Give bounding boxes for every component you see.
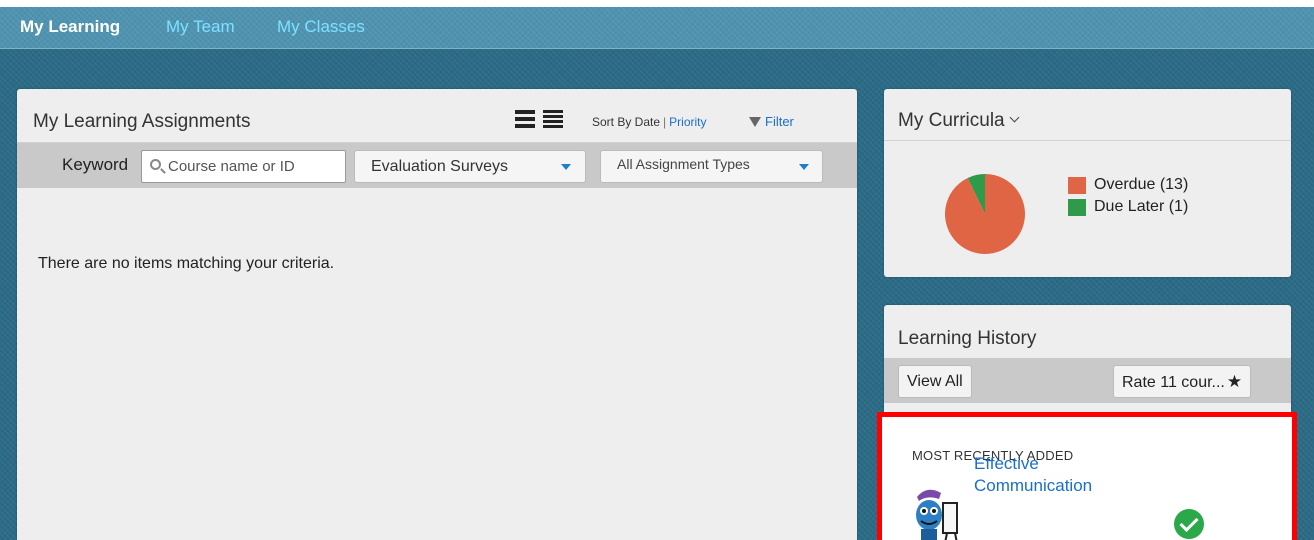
course-link[interactable]: Effective Communication [974,453,1144,497]
sort-bar: Sort By Date | Priority [592,115,707,129]
empty-message: There are no items matching your criteri… [38,255,335,272]
dropdown-value: All Assignment Types [617,156,750,172]
top-nav: My Learning My Team My Classes [0,7,1314,49]
curricula-title-text: My Curricula [898,110,1005,131]
caret-down-icon [799,164,809,170]
list-view-icon[interactable] [515,109,535,129]
sort-by-date[interactable]: Sort By Date [592,115,660,129]
legend-label-due-later: Due Later (1) [1094,198,1189,215]
my-curricula-panel: My Curricula Overdue (13) Due Later (1) [884,89,1291,277]
assignment-types-dropdown[interactable]: All Assignment Types [600,150,823,183]
keyword-placeholder: Course name or ID [168,158,295,175]
keyword-label: Keyword [62,155,129,174]
pie-slice-overdue[interactable] [945,174,1025,254]
caret-down-icon [561,164,571,170]
tab-my-learning[interactable]: My Learning [20,17,120,37]
star-icon: ★ [1226,372,1243,391]
legend-item-due-later[interactable]: Due Later (1) [1068,198,1188,220]
rate-courses-label: Rate 11 cour... [1122,374,1225,391]
view-toggle [515,109,563,129]
course-thumbnail[interactable] [909,483,965,540]
sort-priority-link[interactable]: Priority [669,115,706,129]
tab-my-classes[interactable]: My Classes [277,17,365,37]
overdue-swatch [1068,177,1086,194]
tab-my-team[interactable]: My Team [166,17,235,37]
assignments-title: My Learning Assignments [33,111,251,132]
top-strip [0,0,1314,7]
panel-divider [884,140,1291,141]
check-circle-icon [1174,509,1204,539]
curricula-legend: Overdue (13) Due Later (1) [1068,176,1188,220]
dropdown-value: Evaluation Surveys [371,158,508,175]
evaluation-surveys-dropdown[interactable]: Evaluation Surveys [354,150,586,183]
legend-item-overdue[interactable]: Overdue (13) [1068,176,1188,198]
filter-link[interactable]: Filter [749,114,794,129]
search-icon [150,159,161,170]
learning-assignments-panel: My Learning Assignments Sort By Date | Pri… [17,89,857,540]
view-all-button[interactable]: View All [898,365,972,398]
recently-added-highlight: MOST RECENTLY ADDED Effective Communicat… [877,412,1297,540]
filter-bar: Keyword Course name or ID Evaluation Sur… [17,143,857,188]
curricula-title[interactable]: My Curricula [898,110,1020,132]
curricula-pie-chart [945,174,1025,254]
legend-label-overdue: Overdue (13) [1094,176,1189,193]
sort-separator: | [663,115,667,129]
filter-label: Filter [765,114,794,129]
history-title: Learning History [898,328,1037,349]
keyword-search-input[interactable]: Course name or ID [141,150,346,183]
chevron-down-icon [1009,112,1020,123]
compact-list-icon[interactable] [543,109,563,129]
history-toolbar: View All Rate 11 cour... ★ [884,358,1291,403]
rate-courses-button[interactable]: Rate 11 cour... ★ [1113,365,1252,398]
due-later-swatch [1068,199,1086,216]
filter-icon [749,117,761,127]
